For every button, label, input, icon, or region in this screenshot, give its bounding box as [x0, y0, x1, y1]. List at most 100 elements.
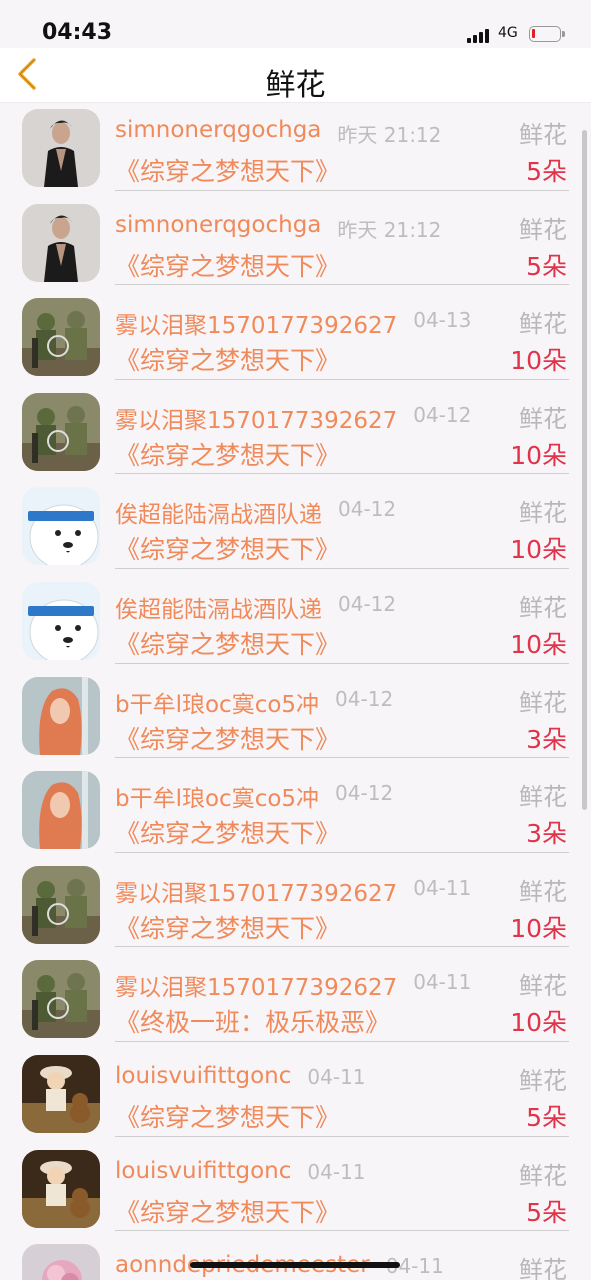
gift-type: 鲜花 — [519, 310, 567, 339]
gift-type: 鲜花 — [519, 1161, 567, 1190]
flower-count: 5朵 — [526, 157, 567, 186]
gift-type: 鲜花 — [519, 877, 567, 906]
timestamp: 昨天 21:12 — [337, 123, 442, 147]
book-title: 《综穿之梦想天下》 — [115, 1102, 341, 1132]
timestamp: 04-12 — [338, 497, 397, 522]
list-item[interactable]: 雾以泪聚1570177392627 04-12 鲜花 《综穿之梦想天下》 10朵 — [0, 386, 591, 481]
timestamp: 04-11 — [307, 1064, 366, 1089]
divider — [115, 757, 569, 759]
username: louisvuifittgonc — [115, 1157, 292, 1184]
list-item[interactable]: 雾以泪聚1570177392627 04-13 鲜花 《综穿之梦想天下》 10朵 — [0, 291, 591, 386]
username: 俟超能陆滆战酒队递 — [115, 596, 322, 623]
divider — [115, 1230, 569, 1232]
timestamp: 04-12 — [338, 591, 397, 616]
avatar-red-hair-girl[interactable] — [22, 771, 100, 850]
flower-count: 5朵 — [526, 1197, 567, 1227]
divider — [115, 284, 569, 286]
avatar-soldiers[interactable] — [22, 960, 100, 1039]
timestamp: 04-11 — [307, 1159, 366, 1184]
flower-count: 5朵 — [526, 1102, 567, 1132]
list-item[interactable]: b干牟l琅oc寞co5冲 04-12 鲜花 《综穿之梦想天下》 3朵 — [0, 670, 591, 765]
gift-type: 鲜花 — [519, 593, 567, 622]
avatar-soldiers[interactable] — [22, 392, 100, 471]
network-type: 4G — [498, 25, 518, 41]
username: simnonerqgochga — [115, 211, 322, 238]
flower-count: 10朵 — [510, 629, 567, 659]
avatar-polar-bear[interactable] — [22, 487, 100, 566]
timestamp: 04-12 — [335, 686, 394, 711]
gift-type: 鲜花 — [519, 783, 567, 812]
avatar-man-black[interactable] — [22, 109, 100, 187]
timestamp: 04-13 — [413, 308, 472, 333]
timestamp: 04-12 — [413, 402, 472, 427]
flower-count: 10朵 — [510, 913, 567, 943]
divider — [115, 946, 569, 948]
username: 雾以泪聚1570177392627 — [115, 407, 398, 434]
list-item[interactable]: simnonerqgochga 昨天 21:12 鲜花 《综穿之梦想天下》 5朵 — [0, 197, 591, 292]
list-item[interactable]: louisvuifittgonc 04-11 鲜花 《综穿之梦想天下》 5朵 — [0, 1143, 591, 1238]
timestamp: 04-11 — [413, 970, 472, 995]
book-title: 《综穿之梦想天下》 — [115, 440, 341, 470]
gift-type: 鲜花 — [519, 972, 567, 1001]
divider — [115, 1040, 569, 1042]
username: b干牟l琅oc寞co5冲 — [115, 691, 320, 718]
username: 雾以泪聚1570177392627 — [115, 313, 398, 340]
flower-count: 5朵 — [526, 251, 567, 281]
scrollbar[interactable] — [582, 130, 587, 810]
username: simnonerqgochga — [115, 117, 322, 143]
book-title: 《综穿之梦想天下》 — [115, 346, 341, 376]
username: 雾以泪聚1570177392627 — [115, 880, 398, 907]
gift-type: 鲜花 — [519, 215, 567, 244]
book-title: 《综穿之梦想天下》 — [115, 724, 341, 754]
book-title: 《综穿之梦想天下》 — [115, 629, 341, 659]
flower-count: 10朵 — [510, 440, 567, 470]
list-item[interactable]: 俟超能陆滆战酒队递 04-12 鲜花 《综穿之梦想天下》 10朵 — [0, 575, 591, 670]
status-time: 04:43 — [42, 20, 113, 45]
avatar-red-hair-girl[interactable] — [22, 676, 100, 755]
avatar-flower[interactable] — [22, 1244, 100, 1280]
flower-count: 3朵 — [526, 819, 567, 849]
flower-count: 10朵 — [510, 1008, 567, 1038]
divider — [115, 851, 569, 853]
page-title: 鲜花 — [265, 68, 326, 103]
battery-icon — [529, 26, 565, 42]
divider — [115, 567, 569, 569]
timestamp: 04-11 — [413, 875, 472, 900]
book-title: 《终极一班：极乐极恶》 — [115, 1008, 391, 1038]
gift-type: 鲜花 — [519, 499, 567, 528]
flower-count: 3朵 — [526, 724, 567, 754]
home-indicator[interactable] — [190, 1262, 400, 1268]
flower-count: 10朵 — [510, 346, 567, 376]
avatar-doll-bear[interactable] — [22, 1054, 100, 1133]
gift-type: 鲜花 — [519, 121, 567, 149]
divider — [115, 662, 569, 664]
signal-icon — [467, 27, 491, 43]
username: b干牟l琅oc寞co5冲 — [115, 786, 320, 813]
list-item[interactable]: 俟超能陆滆战酒队递 04-12 鲜花 《综穿之梦想天下》 10朵 — [0, 480, 591, 575]
gift-type: 鲜花 — [519, 1066, 567, 1095]
username: 俟超能陆滆战酒队递 — [115, 502, 322, 529]
gift-type: 鲜花 — [519, 1256, 567, 1280]
gift-type: 鲜花 — [519, 404, 567, 433]
avatar-doll-bear[interactable] — [22, 1149, 100, 1228]
list-item[interactable]: aonndepriedemeester 04-11 鲜花 — [0, 1237, 591, 1280]
timestamp: 昨天 21:12 — [337, 217, 442, 242]
flower-count: 10朵 — [510, 535, 567, 565]
list-item[interactable]: 雾以泪聚1570177392627 04-11 鲜花 《终极一班：极乐极恶》 1… — [0, 953, 591, 1048]
avatar-polar-bear[interactable] — [22, 581, 100, 660]
flower-list: simnonerqgochga 昨天 21:12 鲜花 《综穿之梦想天下》 5朵… — [0, 102, 591, 1280]
book-title: 《综穿之梦想天下》 — [115, 535, 341, 565]
list-item[interactable]: b干牟l琅oc寞co5冲 04-12 鲜花 《综穿之梦想天下》 3朵 — [0, 764, 591, 859]
book-title: 《综穿之梦想天下》 — [115, 913, 341, 943]
list-item[interactable]: louisvuifittgonc 04-11 鲜花 《综穿之梦想天下》 5朵 — [0, 1048, 591, 1143]
avatar-soldiers[interactable] — [22, 865, 100, 944]
book-title: 《综穿之梦想天下》 — [115, 819, 341, 849]
list-item[interactable]: simnonerqgochga 昨天 21:12 鲜花 《综穿之梦想天下》 5朵 — [0, 102, 591, 197]
book-title: 《综穿之梦想天下》 — [115, 251, 341, 281]
divider — [115, 473, 569, 475]
nav-bar: 鲜花 — [0, 48, 591, 103]
status-bar: 04:43 4G — [0, 0, 591, 48]
avatar-man-black[interactable] — [22, 203, 100, 282]
list-item[interactable]: 雾以泪聚1570177392627 04-11 鲜花 《综穿之梦想天下》 10朵 — [0, 859, 591, 954]
avatar-soldiers[interactable] — [22, 298, 100, 377]
